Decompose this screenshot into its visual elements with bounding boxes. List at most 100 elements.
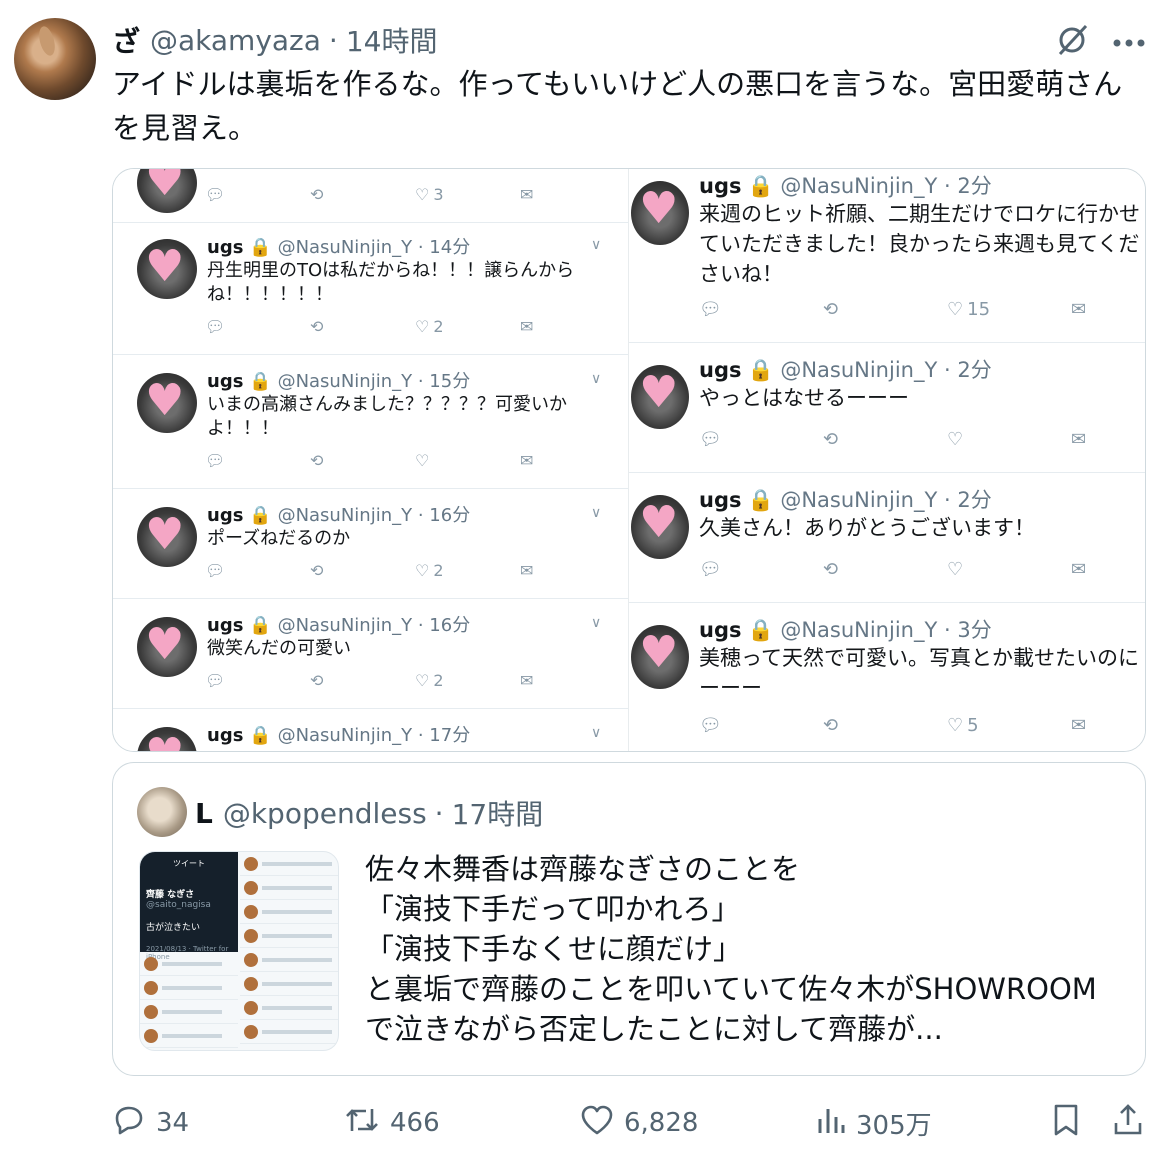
retweet-icon: ⟲: [823, 559, 839, 580]
chevron-down-icon: ∨: [591, 371, 602, 387]
list-item: [140, 1000, 238, 1024]
bookmark-button[interactable]: [1052, 1100, 1080, 1146]
list-item: [240, 924, 338, 948]
quote-header: L @kpopendless · 17時間: [195, 793, 543, 833]
like-count: 2: [433, 317, 444, 336]
embedded-time: · 15分: [417, 371, 471, 392]
like-icon: ♡ 15: [947, 299, 991, 320]
embedded-meta: ugs 🔒 @NasuNinjin_Y · 2分: [699, 174, 992, 198]
embedded-actions: 💬︎ ⟲ ♡ ✉: [699, 429, 1145, 450]
embedded-time: · 17分: [417, 725, 471, 746]
list-item: [140, 952, 238, 976]
embedded-time: · 16分: [417, 505, 471, 526]
embedded-name: ugs: [699, 174, 742, 198]
quote-line: と裏垢で齊藤のことを叩いていて佐々木がSHOWROOM: [365, 972, 1097, 1006]
grok-icon[interactable]: [1054, 22, 1090, 62]
like-count: 5: [967, 715, 979, 736]
reply-button[interactable]: 34: [112, 1100, 189, 1146]
reply-icon: 💬︎: [699, 559, 722, 580]
author-avatar[interactable]: [14, 18, 96, 100]
retweet-icon: ⟲: [310, 561, 324, 580]
embedded-actions: 💬︎ ⟲ ♡ ✉: [699, 559, 1145, 580]
embedded-meta: ugs 🔒 @NasuNinjin_Y · 17分: [207, 725, 471, 746]
embedded-avatar: [137, 373, 197, 433]
retweet-icon: ⟲: [310, 671, 324, 690]
dm-icon: ✉: [520, 561, 534, 580]
thumb-right-list: [240, 852, 338, 1050]
embedded-name: ugs: [207, 371, 244, 392]
embedded-time: · 14分: [417, 237, 471, 258]
list-item: [140, 976, 238, 1000]
tweet-time[interactable]: 14時間: [346, 20, 438, 60]
reply-count: 34: [156, 1108, 190, 1138]
quote-tweet[interactable]: L @kpopendless · 17時間 ツイート 齊藤 なぎさ @saito…: [112, 762, 1146, 1076]
list-item: [240, 948, 338, 972]
dm-icon: ✉: [520, 671, 534, 690]
like-icon: ♡: [947, 559, 964, 580]
separator-dot: ·: [328, 23, 338, 57]
embedded-tweet: ugs🔒 @NasuNinjin_Y · 16分 ∨ 微笑んだの可愛い 💬︎ ⟲…: [113, 599, 628, 709]
retweet-icon: ⟲: [310, 317, 324, 336]
retweet-button[interactable]: 466: [344, 1100, 440, 1146]
chevron-down-icon: ∨: [591, 725, 602, 741]
views-button[interactable]: 305万: [816, 1100, 932, 1146]
like-icon: ♡ 5: [947, 715, 979, 736]
embedded-avatar: [631, 495, 689, 559]
dm-icon: ✉: [1071, 559, 1087, 580]
list-item: [240, 1020, 338, 1044]
embedded-text: 美穂って天然で可愛い。写真とか載せたいのにーーー: [699, 646, 1139, 700]
embedded-tweet: ugs🔒 @NasuNinjin_Y · 2分 来週のヒット祈願、二期生だけでロ…: [629, 169, 1145, 343]
embedded-handle: @NasuNinjin_Y: [277, 237, 413, 258]
action-bar: 34 466 6,828 305万: [112, 1100, 1152, 1146]
dm-icon: ✉: [520, 317, 534, 336]
share-button[interactable]: [1112, 1100, 1144, 1146]
embedded-avatar: [137, 169, 197, 213]
embedded-time: · 16分: [417, 615, 471, 636]
quote-line: で泣きながら否定したことに対して齊藤が...: [365, 1012, 943, 1046]
embedded-text: やっとはなせるーーー: [699, 386, 909, 410]
tweet-text: アイドルは裏垢を作るな。作ってもいいけど人の悪口を言うな。宮田愛萌さんを見習え。: [112, 67, 1123, 145]
embedded-handle: @NasuNinjin_Y: [277, 615, 413, 636]
retweet-icon: ⟲: [823, 715, 839, 736]
embedded-avatar: [137, 239, 197, 299]
share-icon: [1112, 1103, 1144, 1144]
media-right-column: ugs🔒 @NasuNinjin_Y · 2分 来週のヒット祈願、二期生だけでロ…: [629, 169, 1145, 751]
top-actions: [1054, 22, 1146, 62]
like-count: 3: [433, 185, 444, 204]
tweet-header: ざ @akamyaza · 14時間: [112, 20, 438, 60]
like-icon: ♡: [415, 451, 430, 470]
author-handle[interactable]: @akamyaza: [150, 24, 321, 57]
embedded-name: ugs: [699, 358, 742, 382]
embedded-actions: 💬︎ ⟲ ♡ ✉: [205, 451, 625, 470]
bookmark-icon: [1052, 1103, 1080, 1144]
chevron-down-icon: ∨: [591, 615, 602, 631]
like-button[interactable]: 6,828: [580, 1100, 698, 1146]
list-item: [240, 876, 338, 900]
embedded-time: · 2分: [944, 488, 992, 512]
media-image[interactable]: 💬︎ ⟲ ♡3 ✉ ugs🔒 @NasuNinjin_Y · 14分 ∨ 丹生明…: [112, 168, 1146, 752]
dm-icon: ✉: [1071, 715, 1087, 736]
embedded-text: ポーズねだるのか: [207, 528, 351, 549]
reply-icon: 💬︎: [205, 185, 226, 204]
embedded-tweet: ugs🔒 @NasuNinjin_Y · 15分 ∨ いまの高瀬さんみました？？…: [113, 355, 628, 489]
quote-line: 「演技下手だって叩かれろ」: [365, 892, 741, 926]
chevron-down-icon: ∨: [591, 505, 602, 521]
embedded-meta: ugs 🔒 @NasuNinjin_Y · 16分: [207, 505, 471, 526]
list-item: [240, 900, 338, 924]
dm-icon: ✉: [520, 451, 534, 470]
more-options-icon[interactable]: [1112, 33, 1146, 52]
reply-icon: 💬︎: [205, 671, 226, 690]
embedded-meta: ugs 🔒 @NasuNinjin_Y · 15分: [207, 371, 471, 392]
author-name[interactable]: ざ: [112, 20, 140, 60]
like-count: 2: [433, 671, 444, 690]
quote-avatar: [137, 787, 187, 837]
quote-time: 17時間: [451, 798, 544, 831]
quote-author-name: L: [195, 796, 213, 830]
retweet-icon: ⟲: [823, 299, 839, 320]
embedded-avatar: [631, 365, 689, 429]
thumb-tweet-panel: ツイート 齊藤 なぎさ @saito_nagisa 古が泣きたい 2021/08…: [140, 852, 238, 961]
embedded-handle: @NasuNinjin_Y: [780, 358, 938, 382]
list-item: [140, 1024, 238, 1048]
reply-icon: 💬︎: [205, 317, 226, 336]
embedded-time: · 2分: [944, 174, 992, 198]
